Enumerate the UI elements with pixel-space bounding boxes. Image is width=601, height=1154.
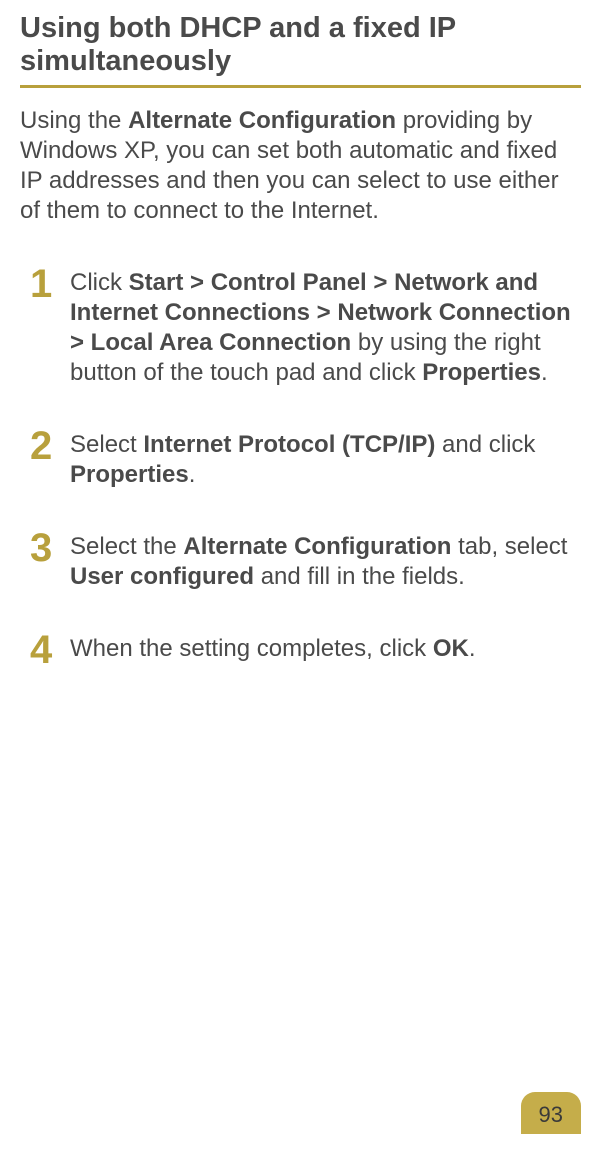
step-plain-text: . <box>189 461 196 488</box>
step-2: 2 Select Internet Protocol (TCP/IP) and … <box>30 428 581 490</box>
intro-bold: Alternate Configuration <box>128 107 396 134</box>
steps-list: 1 Click Start > Control Panel > Network … <box>20 266 581 668</box>
intro-paragraph: Using the Alternate Configuration provid… <box>20 106 581 226</box>
step-3: 3 Select the Alternate Configuration tab… <box>30 530 581 592</box>
step-plain-text: . <box>541 359 548 386</box>
step-text: When the setting completes, click OK. <box>70 632 476 664</box>
step-text: Select Internet Protocol (TCP/IP) and cl… <box>70 428 581 490</box>
step-text: Select the Alternate Configuration tab, … <box>70 530 581 592</box>
section-heading: Using both DHCP and a fixed IP simultane… <box>20 12 581 88</box>
step-bold-text: User configured <box>70 563 254 590</box>
step-text: Click Start > Control Panel > Network an… <box>70 266 581 388</box>
page-number: 93 <box>521 1092 581 1134</box>
step-plain-text: and fill in the fields. <box>254 563 465 590</box>
step-number: 2 <box>30 428 58 464</box>
step-bold-text: OK <box>433 635 469 662</box>
step-number: 4 <box>30 632 58 668</box>
step-plain-text: and click <box>435 431 535 458</box>
step-bold-text: Properties <box>70 461 189 488</box>
step-plain-text: tab, select <box>451 533 567 560</box>
step-plain-text: Select <box>70 431 143 458</box>
step-number: 1 <box>30 266 58 302</box>
step-number: 3 <box>30 530 58 566</box>
step-1: 1 Click Start > Control Panel > Network … <box>30 266 581 388</box>
step-4: 4 When the setting completes, click OK. <box>30 632 581 668</box>
step-plain-text: Select the <box>70 533 183 560</box>
step-plain-text: Click <box>70 269 129 296</box>
step-bold-text: Properties <box>422 359 541 386</box>
step-bold-text: Internet Protocol (TCP/IP) <box>143 431 435 458</box>
step-plain-text: When the setting completes, click <box>70 635 433 662</box>
intro-prefix: Using the <box>20 107 128 134</box>
step-plain-text: . <box>469 635 476 662</box>
step-bold-text: Alternate Configuration <box>183 533 451 560</box>
